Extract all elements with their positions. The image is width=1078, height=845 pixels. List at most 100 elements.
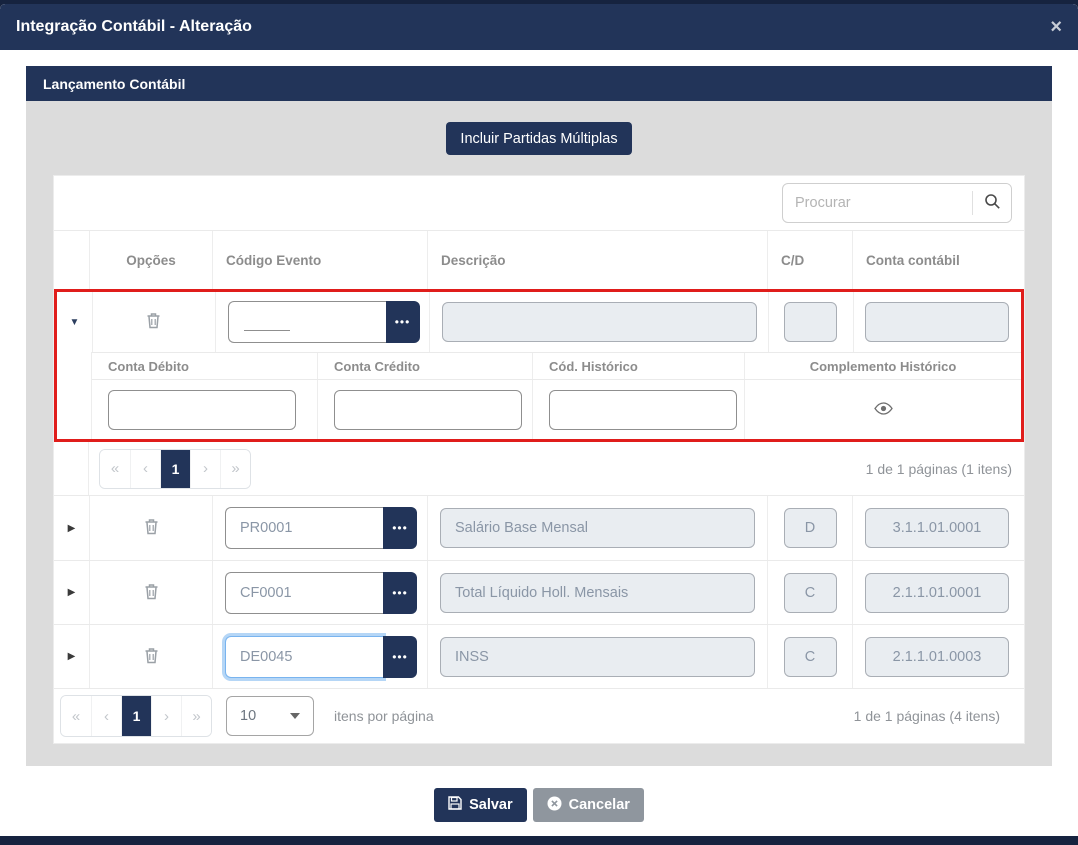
detail-pagination-summary: 1 de 1 páginas (1 itens) [866,461,1024,477]
event-code-lookup-button[interactable]: ••• [383,572,417,614]
debit-account-input[interactable] [108,390,296,430]
account-field-disabled [865,302,1009,342]
detail-subtable: Conta Débito Conta Crédito Cód. Históric… [92,352,1021,439]
event-code-input[interactable] [225,572,383,614]
event-code-input-focused[interactable] [225,636,383,678]
preview-history-complement-button[interactable] [874,402,893,418]
header-history-complement: Complemento Histórico [744,353,1021,379]
close-icon[interactable]: × [1050,17,1062,37]
row-account-cell: 2.1.1.01.0001 [852,561,1021,624]
event-code-lookup-button[interactable]: ••• [386,301,420,343]
grid-pagination-summary: 1 de 1 páginas (4 itens) [854,708,1012,724]
cancel-button[interactable]: Cancelar [533,788,644,822]
row-options-cell [89,496,212,560]
first-page-button[interactable]: « [61,696,91,736]
page-1-button[interactable]: 1 [160,450,190,488]
account-field-disabled: 2.1.1.01.0001 [865,573,1009,613]
save-button[interactable]: Salvar [434,788,527,822]
event-code-lookup-button[interactable]: ••• [383,636,417,678]
row-cd-cell: C [767,561,852,624]
cd-field-disabled: C [784,573,837,613]
panel-body: Incluir Partidas Múltiplas [26,101,1052,766]
more-options-icon: ••• [395,315,411,329]
row-event-code-cell: ••• [212,561,427,624]
last-page-button[interactable]: » [220,450,250,488]
event-code-input-group: ••• [228,301,420,343]
event-code-input[interactable] [228,301,386,343]
header-cd: C/D [767,231,852,289]
expand-row-toggle[interactable]: ▶ [54,496,89,560]
caret-right-icon: ▶ [68,523,76,534]
credit-account-input[interactable] [334,390,522,430]
cd-field-disabled [784,302,837,342]
more-options-icon: ••• [392,521,408,535]
grid-header-row: Opções Código Evento Descrição C/D Conta… [54,230,1024,289]
event-code-lookup-button[interactable]: ••• [383,507,417,549]
detail-pagination-row: « ‹ 1 › » 1 de 1 páginas (1 itens) [54,442,1024,496]
more-options-icon: ••• [392,586,408,600]
previous-page-button[interactable]: ‹ [130,450,160,488]
search-box [782,183,1012,223]
page-size-select[interactable]: 10 [226,696,314,736]
row-detail-area: Conta Débito Conta Crédito Cód. Históric… [57,352,1021,439]
table-row-new: ▼ [57,292,1021,352]
row-event-code-cell: ••• [212,496,427,560]
trash-icon [146,312,161,332]
event-code-input[interactable] [225,507,383,549]
grid-pagination-bar: « ‹ 1 › » 10 itens por página 1 de 1 pág… [54,688,1024,743]
header-debit-account: Conta Débito [92,353,317,379]
account-field-disabled: 2.1.1.01.0003 [865,637,1009,677]
header-options: Opções [89,231,212,289]
page-1-button[interactable]: 1 [121,696,151,736]
page-size-label: itens por página [334,708,434,724]
expand-row-toggle[interactable]: ▶ [54,625,89,688]
search-icon [984,193,1001,213]
header-history-code: Cód. Histórico [532,353,744,379]
delete-row-button[interactable] [144,647,159,667]
table-row: ▶ ••• [54,624,1024,688]
expand-row-toggle[interactable]: ▶ [54,561,89,624]
detail-header-row: Conta Débito Conta Crédito Cód. Históric… [92,352,1021,379]
previous-page-button[interactable]: ‹ [91,696,121,736]
row-options-cell [89,561,212,624]
row-account-cell: 3.1.1.01.0001 [852,496,1021,560]
more-options-icon: ••• [392,650,408,664]
header-credit-account: Conta Crédito [317,353,532,379]
row-cd-cell: D [767,496,852,560]
table-row: ▶ ••• [54,560,1024,624]
page-size-value: 10 [240,708,256,724]
panel-title: Lançamento Contábil [43,76,185,92]
delete-row-button[interactable] [144,518,159,538]
event-code-input-group: ••• [225,572,417,614]
events-grid: Opções Código Evento Descrição C/D Conta… [53,175,1025,744]
history-code-input[interactable] [549,390,737,430]
table-row: ▶ ••• [54,496,1024,560]
next-page-button[interactable]: › [151,696,181,736]
search-button[interactable] [973,184,1011,222]
modal-title: Integração Contábil - Alteração [16,18,252,36]
delete-row-button[interactable] [144,583,159,603]
save-label: Salvar [469,797,513,813]
row-cd-cell [768,292,853,352]
cancel-icon [547,796,562,815]
detail-pagination-spacer [54,442,89,495]
include-multiple-entries-button[interactable]: Incluir Partidas Múltiplas [446,122,631,155]
cd-field-disabled: D [784,508,837,548]
expanded-row-highlight: ▼ [54,289,1024,442]
trash-icon [144,647,159,667]
search-input[interactable] [783,195,972,211]
accounting-entry-panel: Lançamento Contábil Incluir Partidas Múl… [26,66,1052,822]
next-page-button[interactable]: › [190,450,220,488]
credit-account-cell [317,380,532,439]
last-page-button[interactable]: » [181,696,211,736]
row-cd-cell: C [767,625,852,688]
description-field-disabled: Salário Base Mensal [440,508,755,548]
row-description-cell: Salário Base Mensal [427,496,767,560]
eye-icon [874,402,893,418]
collapse-row-toggle[interactable]: ▼ [57,292,92,352]
description-field-disabled: INSS [440,637,755,677]
description-field-disabled [442,302,757,342]
delete-row-button[interactable] [146,312,161,332]
chevron-down-icon [290,713,300,719]
first-page-button[interactable]: « [100,450,130,488]
